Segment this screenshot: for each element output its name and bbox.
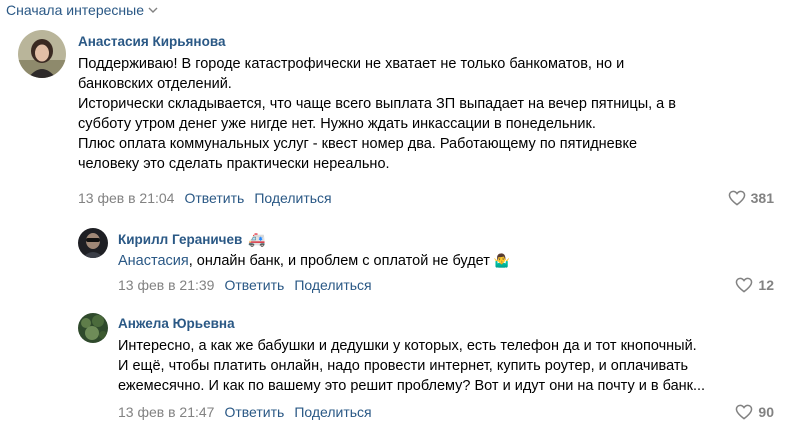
comment-meta: 13 фев в 21:04 Ответить Поделиться [78,190,332,206]
sort-dropdown[interactable]: Сначала интересные [6,2,158,18]
text-line: И ещё, чтобы платить онлайн, надо провес… [118,358,689,374]
author-name: Анжела Юрьевна [118,316,235,331]
sort-label: Сначала интересные [6,2,144,18]
comment-text: Поддерживаю! В городе катастрофически не… [78,54,676,174]
ambulance-emoji-icon: 🚑 [248,231,266,247]
avatar[interactable] [18,30,66,78]
like-count: 90 [758,404,774,420]
reply-button[interactable]: Ответить [184,190,244,206]
heart-icon [736,404,753,420]
text-line: Поддерживаю! В городе катастрофически не… [78,56,625,72]
like-button[interactable]: 381 [728,190,774,206]
comment-date[interactable]: 13 фев в 21:47 [118,404,214,420]
author-name: Кирилл Гераничев [118,232,243,247]
share-button[interactable]: Поделиться [254,190,331,206]
comment-author[interactable]: Кирилл Гераничев 🚑 [118,231,266,248]
reply-button[interactable]: Ответить [224,404,284,420]
chevron-down-icon [148,7,158,13]
avatar[interactable] [78,228,108,258]
avatar[interactable] [78,313,108,343]
comment-text: Анастасия, онлайн банк, и проблем с опла… [118,251,510,271]
like-count: 381 [750,190,774,206]
like-button[interactable]: 12 [735,277,774,293]
share-button[interactable]: Поделиться [294,404,371,420]
text-line: субботу утром денег уже нигде нет. Нужно… [78,116,596,132]
text-line: Интересно, а как же бабушки и дедушки у … [118,338,697,354]
text-line: ежемесячно. И как по вашему это решит пр… [118,378,706,394]
author-name: Анастасия Кирьянова [78,34,226,49]
reply-to-link[interactable]: Анастасия [118,253,189,269]
like-button[interactable]: 90 [735,404,774,420]
comment-date[interactable]: 13 фев в 21:04 [78,190,174,206]
comment-author[interactable]: Анастасия Кирьянова [78,34,225,49]
comment-date[interactable]: 13 фев в 21:39 [118,277,214,293]
comment-author[interactable]: Анжела Юрьевна [118,316,235,331]
share-button[interactable]: Поделиться [294,277,371,293]
text-line: Плюс оплата коммунальных услуг - квест н… [78,136,638,152]
text-body: , онлайн банк, и проблем с оплатой не бу… [188,253,490,269]
heart-icon [728,190,745,206]
like-count: 12 [758,277,774,293]
text-line: человеку это сделать практически нереаль… [78,156,390,172]
heart-icon [736,277,753,293]
shrug-emoji-icon: 🤷‍♂️ [493,253,511,268]
comment-meta: 13 фев в 21:39 Ответить Поделиться [118,277,372,293]
text-line: банковских отделений. [78,76,232,92]
reply-button[interactable]: Ответить [224,277,284,293]
comment-text: Интересно, а как же бабушки и дедушки у … [118,336,705,396]
text-line: Исторически складывается, что чаще всего… [78,96,676,112]
comment-meta: 13 фев в 21:47 Ответить Поделиться [118,404,372,420]
